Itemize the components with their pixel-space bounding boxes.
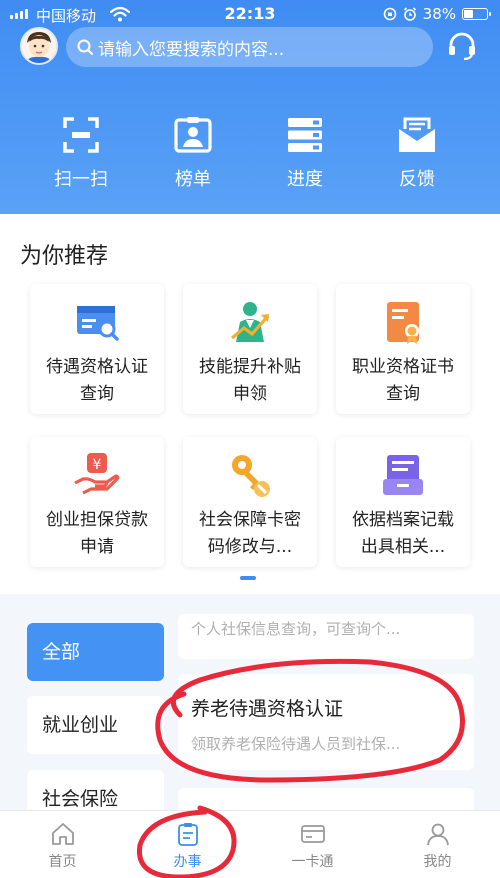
customer-service-icon[interactable] — [446, 30, 478, 62]
home-icon — [51, 823, 74, 845]
category-item-all[interactable]: 全部 — [27, 623, 164, 681]
quick-actions: 扫一扫 榜单 进度 反馈 — [0, 115, 500, 191]
progress-icon — [288, 118, 322, 152]
battery-fill — [464, 10, 474, 18]
key-icon — [232, 455, 270, 497]
header: 中国移动 22:13 38% 请输入您要搜索的内容... 扫一扫 榜单 进度 反… — [0, 0, 500, 214]
archive-icon — [383, 455, 423, 495]
scan-icon — [63, 117, 99, 153]
recommend-card[interactable]: 依据档案记载出具相关... — [336, 437, 470, 567]
quick-action-scan[interactable]: 扫一扫 — [25, 115, 137, 191]
page-indicator — [240, 576, 256, 580]
section-title: 为你推荐 — [20, 244, 109, 269]
service-desc: 领取养老保险待遇人员到社保... — [191, 735, 401, 753]
avatar[interactable] — [20, 27, 58, 65]
avatar-face-icon — [22, 29, 56, 63]
ranking-icon — [174, 117, 212, 153]
certification-query-icon — [77, 306, 119, 341]
quick-action-ranking[interactable]: 榜单 — [137, 115, 249, 191]
loan-icon: ¥ — [74, 453, 120, 495]
battery-icon — [462, 8, 491, 20]
tab-label: 我的 — [423, 854, 452, 870]
tab-services[interactable]: 办事 — [125, 811, 250, 878]
tab-card[interactable]: 一卡通 — [250, 811, 375, 878]
recommend-card-label: 职业资格证书查询 — [352, 357, 454, 404]
battery-percent: 38% — [422, 5, 456, 23]
recommend-card[interactable]: 技能提升补贴申领 — [183, 284, 317, 414]
recommend-card[interactable]: 职业资格证书查询 — [336, 284, 470, 414]
recommend-card-label: 待遇资格认证查询 — [46, 357, 148, 404]
tab-bar: 首页 办事 一卡通 我的 — [0, 810, 500, 878]
tab-label: 首页 — [48, 854, 77, 870]
tab-profile[interactable]: 我的 — [375, 811, 500, 878]
recommend-card-label: 技能提升补贴申领 — [199, 357, 301, 404]
service-desc: 个人社保信息查询，可查询个... — [191, 620, 401, 638]
svg-text:¥: ¥ — [93, 457, 102, 473]
recommend-card[interactable]: 待遇资格认证查询 — [30, 284, 164, 414]
service-item[interactable]: 个人社保信息查询，可查询个... — [178, 614, 474, 659]
search-placeholder: 请输入您要搜索的内容... — [98, 39, 285, 60]
search-input[interactable]: 请输入您要搜索的内容... — [66, 27, 433, 67]
clipboard-icon — [177, 823, 198, 846]
quick-action-label: 反馈 — [399, 169, 435, 190]
service-item[interactable]: 养老待遇资格认证 领取养老保险待遇人员到社保... — [178, 674, 474, 770]
recommend-card-label: 社会保障卡密码修改与... — [199, 510, 301, 557]
certificate-icon — [387, 302, 419, 344]
tab-label: 办事 — [173, 854, 202, 870]
tab-home[interactable]: 首页 — [0, 811, 125, 878]
alarm-icon — [403, 7, 416, 21]
search-icon — [77, 39, 93, 55]
category-item-employment[interactable]: 就业创业 — [27, 696, 164, 754]
skill-subsidy-icon — [230, 302, 270, 342]
recommend-section: 为你推荐 待遇资格认证查询 技能提升补贴申领 职业资格证书查询 ¥ 创业担保贷款… — [0, 214, 500, 594]
card-icon — [300, 825, 325, 843]
quick-action-label: 榜单 — [175, 169, 211, 190]
quick-action-label: 进度 — [287, 169, 323, 190]
service-title: 养老待遇资格认证 — [191, 698, 344, 720]
recommend-card[interactable]: ¥ 创业担保贷款申请 — [30, 437, 164, 567]
rotation-lock-icon — [383, 7, 396, 21]
tab-label: 一卡通 — [291, 854, 334, 870]
quick-action-feedback[interactable]: 反馈 — [361, 115, 473, 191]
feedback-icon — [399, 117, 435, 152]
recommend-card-label: 依据档案记载出具相关... — [352, 510, 454, 557]
recommend-card-label: 创业担保贷款申请 — [46, 510, 148, 557]
recommend-card[interactable]: 社会保障卡密码修改与... — [183, 437, 317, 567]
quick-action-label: 扫一扫 — [54, 169, 108, 190]
status-bar: 中国移动 22:13 38% — [0, 0, 500, 28]
category-section: 全部 就业创业 社会保险 个人社保信息查询，可查询个... 养老待遇资格认证 领… — [0, 594, 500, 828]
user-icon — [426, 823, 449, 846]
quick-action-progress[interactable]: 进度 — [249, 115, 361, 191]
